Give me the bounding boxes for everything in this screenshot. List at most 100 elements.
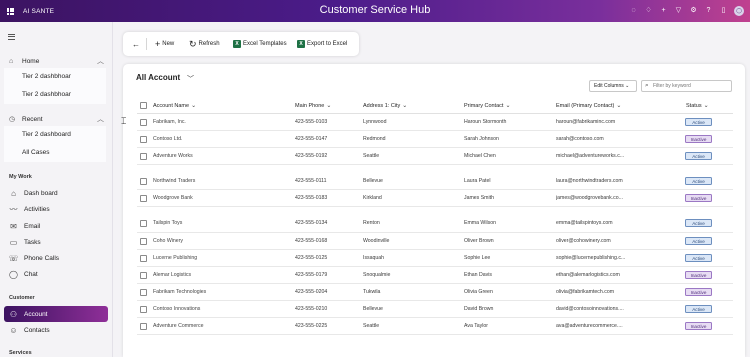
cell-email[interactable]: ethan@alemarlogistics.com [556, 272, 680, 278]
chevron-up-icon[interactable]: ︿ [97, 114, 104, 124]
row-checkbox[interactable] [140, 220, 147, 228]
row-checkbox[interactable] [140, 136, 147, 144]
phone-icon[interactable]: ▯ [719, 5, 728, 16]
cell-account-name[interactable]: Tailspin Toys [153, 220, 288, 226]
lightbulb-icon[interactable]: ♢ [644, 5, 653, 16]
row-checkbox[interactable] [140, 178, 147, 186]
table-row[interactable]: Fabrikam Technologies 423-555-0204 Tukwila… [137, 284, 733, 301]
edit-columns-button[interactable]: Edit Columns ⌄ [589, 80, 637, 92]
column-header-email[interactable]: Email (Primary Contact) ⌄ [556, 102, 621, 109]
select-all-checkbox[interactable] [140, 102, 147, 109]
hamburger-menu-icon[interactable] [8, 34, 15, 41]
table-row[interactable]: Woodgrove Bank 423-555-0183 Kirkland James … [137, 190, 733, 208]
cell-account-name[interactable]: Fabrikam Technologies [153, 289, 288, 295]
cell-account-name[interactable]: Adventure Works [153, 153, 288, 159]
sidebar-item-email[interactable]: ✉ Email [4, 218, 108, 234]
help-icon[interactable]: ? [704, 5, 713, 16]
cell-account-name[interactable]: Woodgrove Bank [153, 195, 288, 201]
column-header-account-name[interactable]: Account Name ⌄ [153, 102, 196, 109]
cell-primary-contact[interactable]: David Brown [464, 306, 552, 312]
filter-input[interactable] [653, 82, 729, 90]
cell-primary-contact[interactable]: Oliver Brown [464, 238, 552, 244]
table-row[interactable]: Adventure Works 423-555-0192 Seattle Michae… [137, 148, 733, 166]
cell-account-name[interactable]: Northwind Traders [153, 178, 288, 184]
cell-email[interactable]: oliver@cohowinery.com [556, 238, 680, 244]
chevron-down-icon[interactable]: ﹀ [187, 74, 194, 84]
filter-search-box[interactable]: ⌕ [641, 80, 732, 92]
cell-account-name[interactable]: Alemar Logistics [153, 272, 288, 278]
sidebar-item-all-cases[interactable]: All Cases [4, 144, 106, 162]
sidebar-item-tier2-b[interactable]: Tier 2 dashbhoar [4, 86, 106, 104]
row-checkbox[interactable] [140, 305, 147, 313]
cell-email[interactable]: laura@northwindtraders.com [556, 178, 680, 184]
sidebar-item-contacts[interactable]: ☺ Contacts [4, 322, 108, 338]
cell-email[interactable]: olivia@fabrikamtech.com [556, 289, 680, 295]
table-row[interactable]: Fabrikam, Inc. 423-555-0103 Lynnwood Haroun… [137, 114, 733, 132]
cell-primary-contact[interactable]: Ethan Davis [464, 272, 552, 278]
chevron-up-icon[interactable]: ︿ [97, 56, 104, 66]
table-row[interactable]: Adventure Commerce 423-555-0225 Seattle Ava… [137, 318, 733, 336]
table-row[interactable]: Contoso Ltd. 423-555-0147 Redmond Sarah Joh… [137, 131, 733, 149]
sidebar-item-tasks[interactable]: ▭ Tasks [4, 234, 108, 250]
cell-account-name[interactable]: Lucerne Publishing [153, 255, 288, 261]
cell-primary-contact[interactable]: Sophie Lee [464, 255, 552, 261]
row-checkbox[interactable] [140, 254, 147, 262]
table-row[interactable]: Tailspin Toys 423-555-0134 Renton Emma Wils… [137, 215, 733, 233]
sidebar-item-account[interactable]: ⚇ Account [4, 306, 108, 322]
table-row[interactable]: Coho Winery 423-555-0168 Woodinville Oliver… [137, 233, 733, 250]
chat-icon[interactable]: ◌ [629, 5, 638, 16]
cell-email[interactable]: emma@tailspintoys.com [556, 220, 680, 226]
cell-email[interactable]: sophie@lucernepublishing.c... [556, 255, 680, 261]
row-checkbox[interactable] [140, 153, 147, 161]
table-row[interactable]: Alemar Logistics 423-555-0179 Snoqualmie Et… [137, 267, 733, 284]
nav-recent[interactable]: ◷ Recent ︿ [4, 112, 110, 126]
sidebar-item-chat[interactable]: ◯ Chat [4, 266, 108, 282]
sidebar-item-activities[interactable]: 〰 Activities [4, 201, 108, 217]
column-header-main-phone[interactable]: Main Phone ⌄ [295, 102, 331, 109]
cell-account-name[interactable]: Contoso Ltd. [153, 136, 288, 142]
row-checkbox[interactable] [140, 195, 147, 203]
cell-primary-contact[interactable]: Emma Wilson [464, 220, 552, 226]
cell-primary-contact[interactable]: Haroun Stormonth [464, 119, 552, 125]
cell-email[interactable]: haroun@fabrikaminc.com [556, 119, 680, 125]
cell-primary-contact[interactable]: Sarah Johnson [464, 136, 552, 142]
cell-primary-contact[interactable]: Olivia Green [464, 289, 552, 295]
refresh-button[interactable]: ↻ Refresh [189, 32, 220, 56]
sidebar-item-dashboard[interactable]: ⌂ Dash board [4, 185, 108, 201]
user-avatar[interactable]: ◯ [734, 5, 744, 16]
cell-email[interactable]: michael@adventureworks.c... [556, 153, 680, 159]
view-title[interactable]: All Account [136, 73, 180, 82]
app-launcher-icon[interactable] [7, 7, 14, 15]
cell-account-name[interactable]: Coho Winery [153, 238, 288, 244]
back-button[interactable]: ← [132, 32, 140, 56]
row-checkbox[interactable] [140, 271, 147, 279]
table-row[interactable]: Northwind Traders 423-555-0111 Bellevue Lau… [137, 173, 733, 191]
sidebar-item-tier2-dashboard[interactable]: Tier 2 dashboard [4, 126, 106, 144]
cell-email[interactable]: david@contosoinnovations.... [556, 306, 680, 312]
new-button[interactable]: + New [155, 32, 174, 56]
table-row[interactable]: Lucerne Publishing 423-555-0125 Issaquah So… [137, 250, 733, 267]
filter-icon[interactable]: ▽ [674, 5, 683, 16]
column-header-primary-contact[interactable]: Primary Contact ⌄ [464, 102, 510, 109]
table-row[interactable]: Contoso Innovations 423-555-0210 Bellevue D… [137, 301, 733, 319]
excel-templates-button[interactable]: X Excel Templates [233, 32, 287, 56]
sidebar-item-tier2-a[interactable]: Tier 2 dashbhoar [4, 68, 106, 86]
row-checkbox[interactable] [140, 288, 147, 296]
row-checkbox[interactable] [140, 323, 147, 331]
row-checkbox[interactable] [140, 237, 147, 245]
column-header-city[interactable]: Address 1: City ⌄ [363, 102, 407, 109]
nav-home[interactable]: ⌂ Home ︿ [4, 54, 110, 68]
settings-icon[interactable]: ⚙ [689, 5, 698, 16]
export-to-excel-button[interactable]: X Export to Excel [297, 32, 347, 56]
cell-email[interactable]: sarah@contoso.com [556, 136, 680, 142]
plus-icon[interactable]: + [659, 5, 668, 16]
cell-primary-contact[interactable]: James Smith [464, 195, 552, 201]
cell-account-name[interactable]: Adventure Commerce [153, 323, 288, 329]
cell-email[interactable]: james@woodgrovebank.co... [556, 195, 680, 201]
cell-account-name[interactable]: Fabrikam, Inc. [153, 119, 288, 125]
cell-primary-contact[interactable]: Michael Chen [464, 153, 552, 159]
cell-email[interactable]: ava@adventurecommerce.... [556, 323, 680, 329]
sidebar-item-phone-calls[interactable]: ☏ Phone Calls [4, 250, 108, 266]
cell-primary-contact[interactable]: Laura Patel [464, 178, 552, 184]
cell-account-name[interactable]: Contoso Innovations [153, 306, 288, 312]
